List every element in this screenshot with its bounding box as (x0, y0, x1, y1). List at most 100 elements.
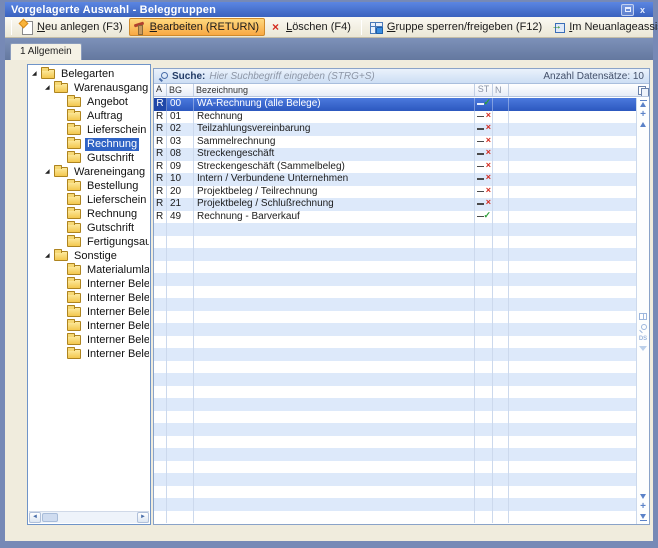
columns-icon[interactable] (639, 313, 647, 320)
filter-icon[interactable] (639, 346, 647, 351)
column-header-st[interactable]: ST (475, 84, 493, 96)
bearbeiten-button[interactable]: Bearbeiten (RETURN) (129, 18, 265, 36)
cell-filler (509, 461, 636, 474)
table-row[interactable]: R03Sammelrechnung× (154, 136, 636, 149)
cell-status (475, 486, 493, 499)
bearbeiten-label: Bearbeiten (RETURN) (150, 21, 259, 33)
tree-item[interactable]: Gutschrift (29, 151, 149, 165)
scroll-top-icon[interactable] (640, 100, 647, 107)
tree-item[interactable]: ◢Belegarten (29, 67, 149, 81)
table-row[interactable]: R01Rechnung× (154, 111, 636, 124)
tree-item[interactable]: ◢Warenausgang (29, 81, 149, 95)
cell-a (154, 223, 167, 236)
table-row[interactable]: R02Teilzahlungsvereinbarung× (154, 123, 636, 136)
cell-bg: 21 (167, 198, 194, 211)
insert-row-icon[interactable]: + (640, 111, 646, 118)
tree-item[interactable]: Gutschrift (29, 221, 149, 235)
search-bar[interactable]: Suche: Hier Suchbegriff eingeben (STRG+S… (154, 69, 649, 84)
restore-icon[interactable] (621, 4, 634, 16)
cell-bg (167, 361, 194, 374)
cell-bezeichnung (194, 473, 475, 486)
cell-bezeichnung (194, 311, 475, 324)
table-row[interactable]: R00WA-Rechnung (alle Belege)✓ (154, 98, 636, 111)
cell-bg (167, 323, 194, 336)
table-row-empty (154, 511, 636, 524)
cell-status: × (475, 136, 493, 149)
expander-icon[interactable]: ◢ (32, 67, 41, 81)
cell-bg (167, 261, 194, 274)
neuanlageassistent-button[interactable]: Im Neuanlageassistent anzeigen/sperren (548, 18, 658, 36)
tree-item[interactable]: Bestellung (29, 179, 149, 193)
tree-item-label: Auftrag (85, 110, 124, 123)
neu-anlegen-button[interactable]: Neu anlegen (F3) (16, 18, 129, 36)
table-row[interactable]: R20Projektbeleg / Teilrechnung× (154, 186, 636, 199)
cell-n (493, 273, 509, 286)
tree-item[interactable]: Interner Beleg 5 (PPS) (29, 347, 149, 361)
tree-item[interactable]: Interner Beleg 4 (PPS) (29, 333, 149, 347)
column-header-bg[interactable]: BG (167, 84, 194, 96)
loeschen-button[interactable]: ×Löschen (F4) (265, 18, 357, 36)
close-icon[interactable]: x (636, 4, 649, 16)
folder-icon (67, 209, 81, 219)
tree-item[interactable]: Rechnung (29, 137, 149, 151)
tree-item[interactable]: Fertigungsauftrag (PPS) (29, 235, 149, 249)
tree-hscrollbar[interactable]: ◄ ► (29, 511, 149, 523)
cell-bezeichnung (194, 323, 475, 336)
expander-icon[interactable]: ◢ (45, 81, 54, 95)
table-search-icon[interactable] (639, 324, 647, 332)
cell-filler (509, 198, 636, 211)
gruppe-sperren-button[interactable]: Gruppe sperren/freigeben (F12) (366, 18, 548, 36)
tree-item[interactable]: Interner Beleg (29, 277, 149, 291)
cell-bezeichnung: Streckengeschäft (Sammelbeleg) (194, 161, 475, 174)
column-header-filler (509, 84, 636, 96)
tree-item[interactable]: Angebot (29, 95, 149, 109)
cell-n (493, 161, 509, 174)
tree-item[interactable]: Auftrag (29, 109, 149, 123)
tree-item[interactable]: Interner Beleg 2 (PPS) (29, 305, 149, 319)
cell-filler (509, 261, 636, 274)
scroll-down-icon[interactable] (640, 494, 646, 499)
records-icon[interactable]: DS (639, 336, 647, 342)
table-row[interactable]: R08Streckengeschäft× (154, 148, 636, 161)
scroll-right-icon[interactable]: ► (137, 512, 149, 523)
cell-filler (509, 511, 636, 524)
gruppe-sperren-label: Gruppe sperren/freigeben (F12) (387, 21, 542, 33)
tab-allgemein[interactable]: 1 Allgemein (10, 43, 82, 60)
tree-item[interactable]: Materialumlauf/Reparatur (29, 263, 149, 277)
tabstrip: 1 Allgemein (5, 38, 653, 60)
table-row[interactable]: R09Streckengeschäft (Sammelbeleg)× (154, 161, 636, 174)
cell-status (475, 286, 493, 299)
column-header-bezeichnung[interactable]: Bezeichnung (194, 84, 475, 96)
cell-filler (509, 361, 636, 374)
table-row-empty (154, 248, 636, 261)
dialog-window: Vorgelagerte Auswahl - Beleggruppen x Ne… (0, 0, 658, 548)
table-row[interactable]: R21Projektbeleg / Schlußrechnung× (154, 198, 636, 211)
search-input[interactable]: Hier Suchbegriff eingeben (STRG+S) (209, 71, 539, 82)
column-options-icon[interactable] (636, 84, 649, 96)
tree-item[interactable]: ◢Wareneingang (29, 165, 149, 179)
tree-item[interactable]: Rechnung (29, 207, 149, 221)
cell-bezeichnung (194, 436, 475, 449)
scrollbar-thumb[interactable] (42, 513, 58, 522)
expander-icon[interactable]: ◢ (45, 249, 54, 263)
scroll-bottom-icon[interactable] (640, 514, 647, 521)
append-row-icon[interactable]: + (640, 503, 646, 510)
table-row[interactable]: R10Intern / Verbundene Unternehmen× (154, 173, 636, 186)
table-row[interactable]: R49Rechnung - Barverkauf✓ (154, 211, 636, 224)
scroll-up-icon[interactable] (640, 122, 646, 127)
tree-item[interactable]: ◢Sonstige (29, 249, 149, 263)
cell-bezeichnung (194, 373, 475, 386)
column-header-a[interactable]: A (154, 84, 167, 96)
tree-item[interactable]: Interner Beleg 3 (PPS) (29, 319, 149, 333)
expander-icon[interactable]: ◢ (45, 165, 54, 179)
cell-filler (509, 123, 636, 136)
tree-item[interactable]: Interner Beleg 1 (PPS) (29, 291, 149, 305)
scroll-left-icon[interactable]: ◄ (29, 512, 41, 523)
cell-bezeichnung (194, 498, 475, 511)
tree-item[interactable]: Lieferschein (29, 123, 149, 137)
table-body: R00WA-Rechnung (alle Belege)✓R01Rechnung… (154, 98, 636, 524)
folder-icon (67, 139, 81, 149)
cell-bezeichnung (194, 261, 475, 274)
tree-item[interactable]: Lieferschein (29, 193, 149, 207)
column-header-n[interactable]: N (493, 84, 509, 96)
